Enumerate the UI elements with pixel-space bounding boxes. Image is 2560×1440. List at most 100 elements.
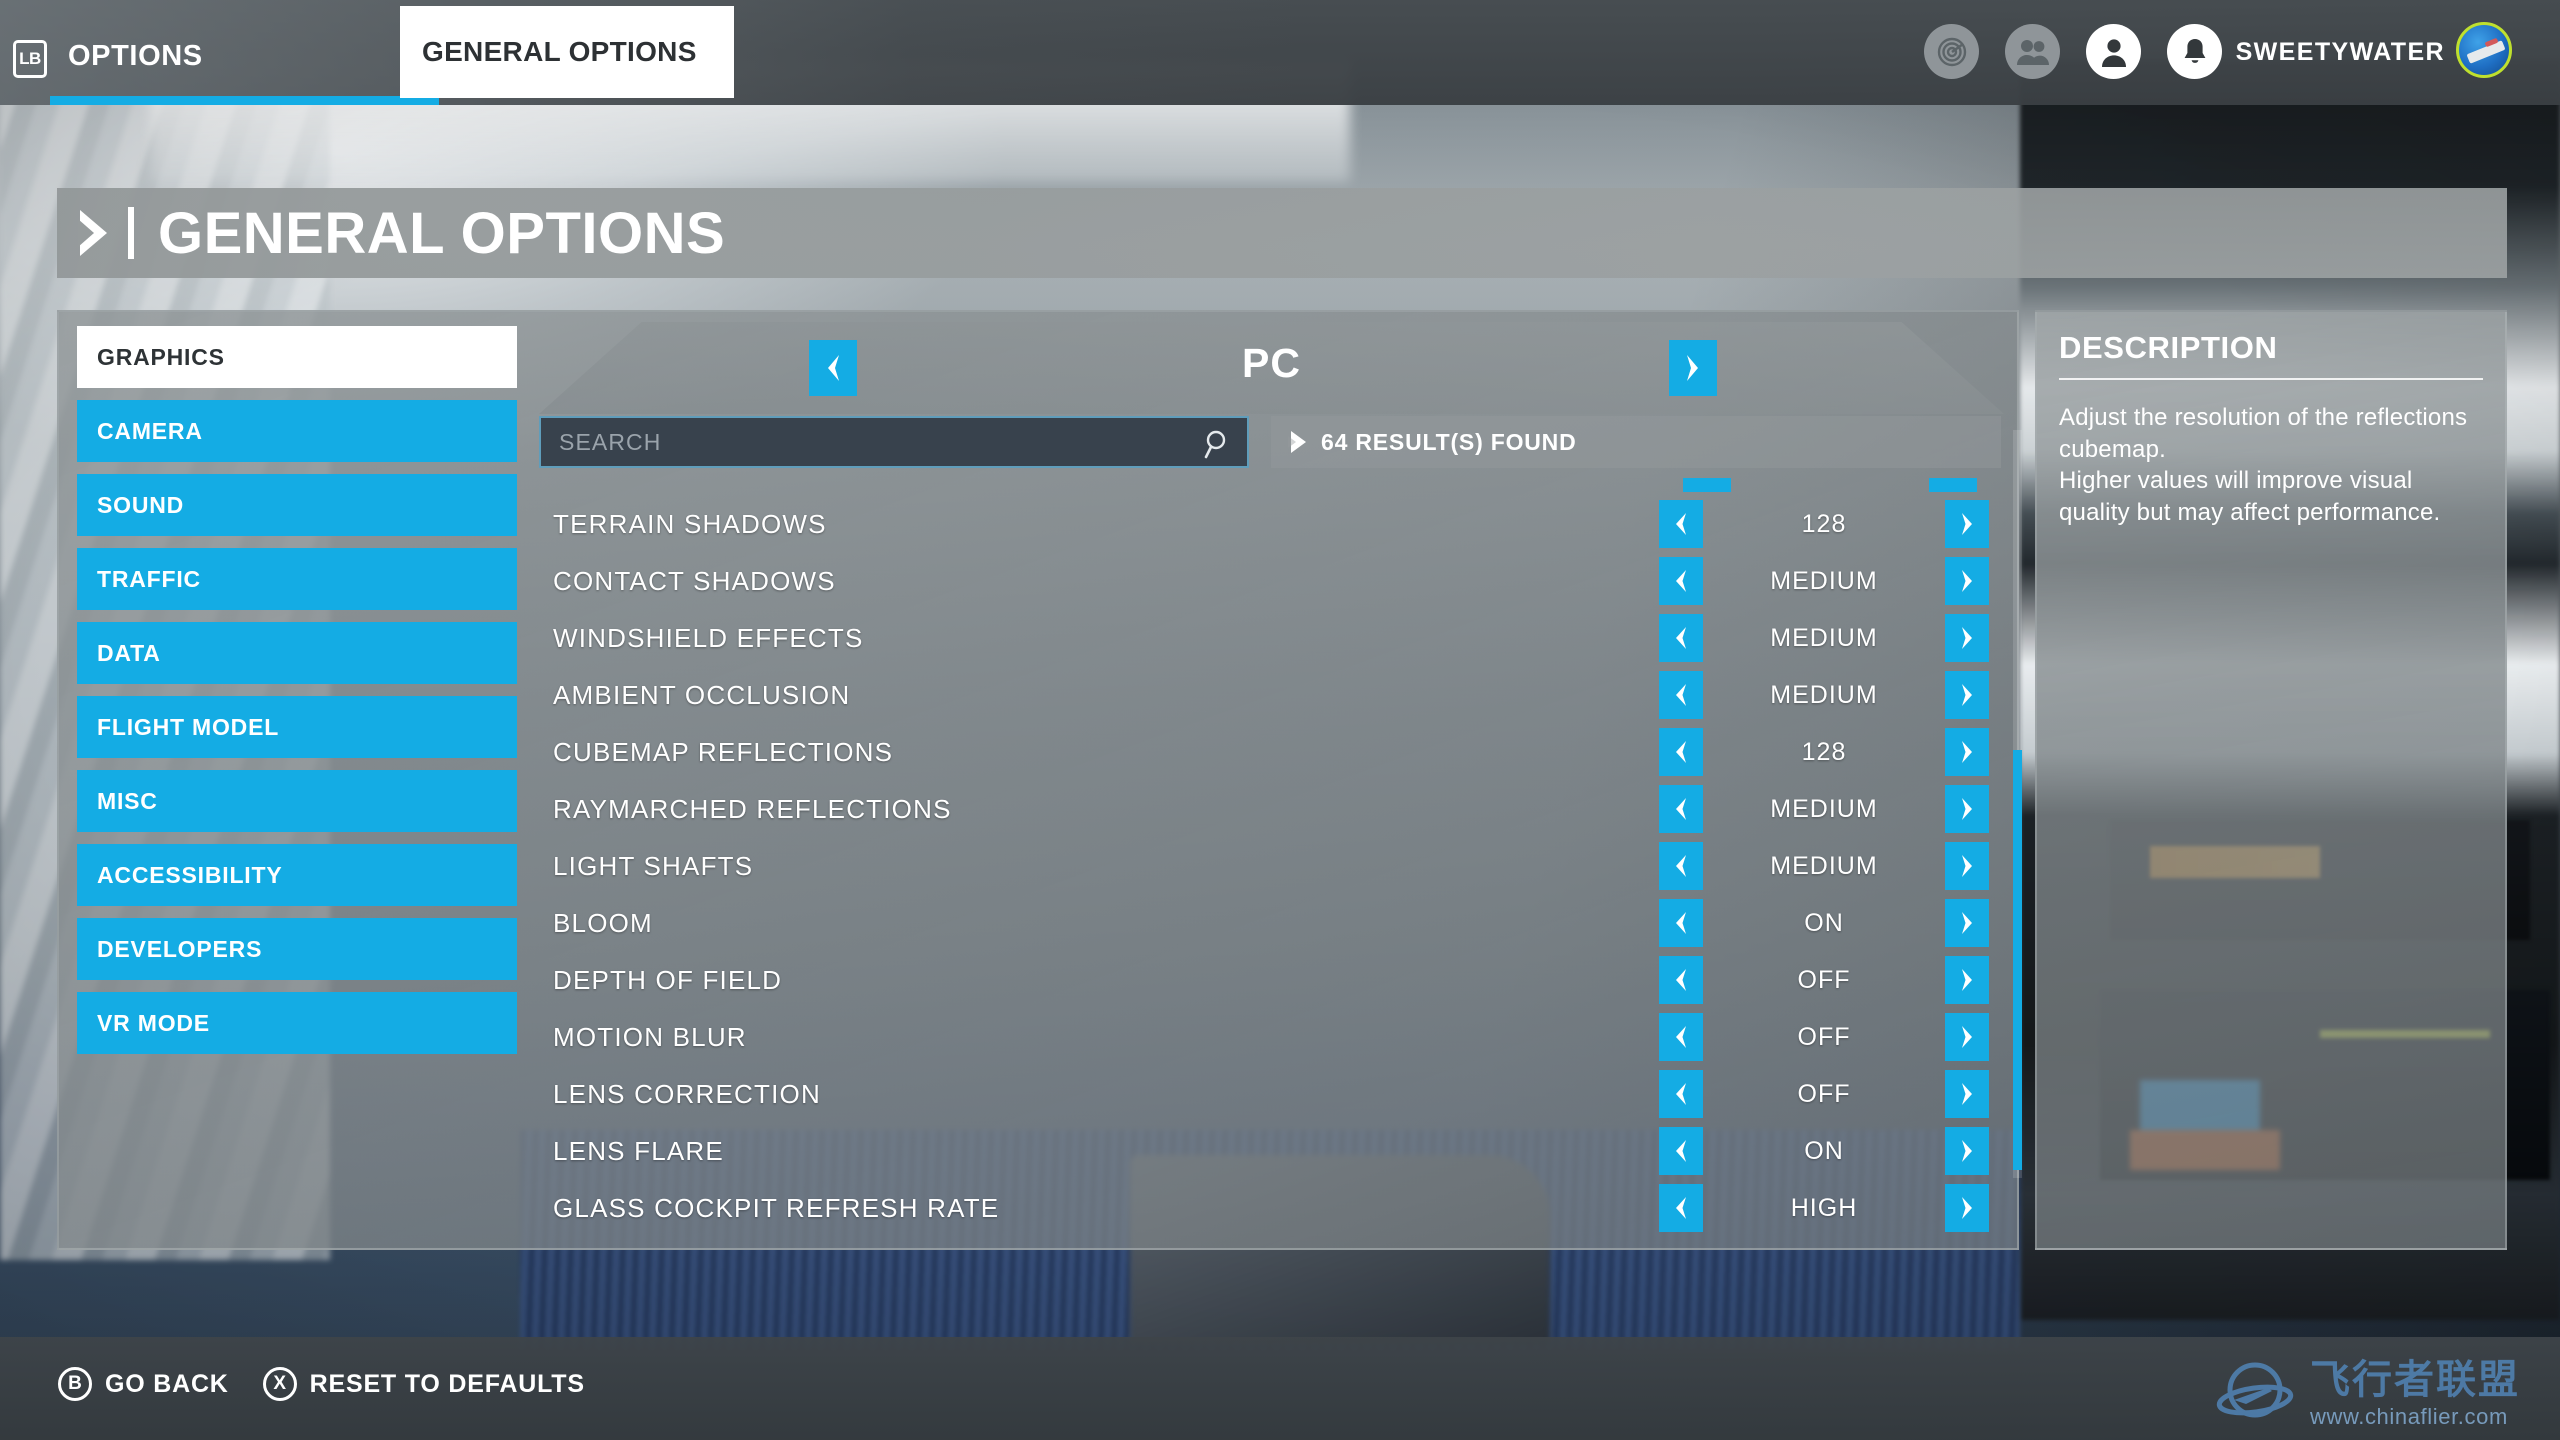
watermark-logo-icon [2216,1356,2294,1434]
button-b-label: B [68,1373,82,1395]
setting-stepper: 128 [1659,728,1989,776]
sidebar-item-developers[interactable]: DEVELOPERS [77,918,517,980]
platform-value: PC [539,340,2004,387]
setting-next-button[interactable] [1945,1127,1989,1175]
sidebar-item-label: SOUND [97,492,184,519]
table-row[interactable]: LENS CORRECTION OFF [539,1066,2004,1122]
setting-next-button[interactable] [1945,1184,1989,1232]
setting-label: LENS CORRECTION [553,1079,821,1110]
table-row[interactable]: CONTACT SHADOWS MEDIUM [539,553,2004,609]
table-row[interactable]: DEPTH OF FIELD OFF [539,952,2004,1008]
table-row[interactable]: RAYMARCHED REFLECTIONS MEDIUM [539,781,2004,837]
table-row[interactable]: AMBIENT OCCLUSION MEDIUM [539,667,2004,723]
table-row[interactable]: WINDSHIELD EFFECTS MEDIUM [539,610,2004,666]
multiplayer-icon[interactable] [2005,24,2060,79]
page-title: GENERAL OPTIONS [158,200,725,267]
go-back-button[interactable]: B GO BACK [58,1367,229,1401]
sidebar-item-traffic[interactable]: TRAFFIC [77,548,517,610]
setting-next-button[interactable] [1945,899,1989,947]
setting-prev-button[interactable] [1659,671,1703,719]
left-bumper-label: LB [19,49,41,69]
table-row[interactable]: LENS FLARE ON [539,1123,2004,1179]
setting-prev-button[interactable] [1659,1184,1703,1232]
sidebar-item-data[interactable]: DATA [77,622,517,684]
setting-label: RAYMARCHED REFLECTIONS [553,794,952,825]
setting-label: LENS FLARE [553,1136,724,1167]
table-row[interactable]: LIGHT SHAFTS MEDIUM [539,838,2004,894]
setting-prev-button[interactable] [1659,785,1703,833]
setting-next-button[interactable] [1945,728,1989,776]
setting-stepper: MEDIUM [1659,785,1989,833]
setting-prev-button[interactable] [1659,1127,1703,1175]
tab-options[interactable]: OPTIONS [57,30,337,105]
sidebar-item-label: DATA [97,640,161,667]
notifications-bell-icon[interactable] [2167,24,2222,79]
watermark-brand: 飞行者联盟 [2310,1360,2520,1400]
user-name: SWEETYWATER [2236,38,2445,67]
setting-stepper: OFF [1659,956,1989,1004]
setting-next-button[interactable] [1945,557,1989,605]
setting-prev-button[interactable] [1659,500,1703,548]
watermark-url: www.chinaflier.com [2310,1404,2520,1430]
sidebar-item-flight-model[interactable]: FLIGHT MODEL [77,696,517,758]
table-row[interactable]: TERRAIN SHADOWS 128 [539,496,2004,552]
setting-prev-button[interactable] [1659,614,1703,662]
setting-stepper: OFF [1659,1070,1989,1118]
sidebar-item-misc[interactable]: MISC [77,770,517,832]
search-placeholder: SEARCH [541,429,661,456]
setting-prev-button[interactable] [1659,1070,1703,1118]
chevron-right-icon [80,210,114,256]
setting-next-button[interactable] [1945,1070,1989,1118]
user-avatar[interactable] [2456,22,2512,78]
sidebar-item-graphics[interactable]: GRAPHICS [77,326,517,388]
table-row[interactable]: MOTION BLUR OFF [539,1009,2004,1065]
options-body-panel: GRAPHICS CAMERA SOUND TRAFFIC DATA FLIGH… [57,310,2019,1250]
table-row[interactable]: BLOOM ON [539,895,2004,951]
setting-next-button[interactable] [1945,500,1989,548]
setting-next-button[interactable] [1945,614,1989,662]
sidebar-item-accessibility[interactable]: ACCESSIBILITY [77,844,517,906]
setting-next-button[interactable] [1945,785,1989,833]
button-b-icon: B [58,1367,92,1401]
setting-next-button[interactable] [1945,671,1989,719]
profile-icon[interactable] [2086,24,2141,79]
search-icon [1203,429,1231,464]
setting-prev-button[interactable] [1659,557,1703,605]
setting-prev-button[interactable] [1659,1013,1703,1061]
setting-stepper: OFF [1659,1013,1989,1061]
sidebar-item-sound[interactable]: SOUND [77,474,517,536]
setting-next-button[interactable] [1945,842,1989,890]
weather-radar-icon[interactable] [1924,24,1979,79]
setting-prev-button[interactable] [1659,842,1703,890]
table-row[interactable]: GLASS COCKPIT REFRESH RATE HIGH [539,1180,2004,1236]
settings-scrollbar-track[interactable] [2013,430,2022,1178]
search-input[interactable]: SEARCH [539,416,1249,468]
top-bar: LB OPTIONS GENERAL OPTIONS [0,0,2560,105]
description-divider [2059,378,2483,380]
setting-value: ON [1703,1137,1945,1166]
footer-bar: B GO BACK X RESET TO DEFAULTS 飞行者联盟 [0,1337,2560,1440]
setting-prev-button[interactable] [1659,956,1703,1004]
setting-value: MEDIUM [1703,567,1945,596]
setting-value: 128 [1703,738,1945,767]
setting-next-button[interactable] [1945,956,1989,1004]
table-row[interactable]: CUBEMAP REFLECTIONS 128 [539,724,2004,780]
tab-general-options[interactable]: GENERAL OPTIONS [400,6,734,98]
button-x-label: X [273,1373,286,1395]
platform-selector: PC [539,322,2004,414]
title-divider [128,207,134,259]
app-root: LB OPTIONS GENERAL OPTIONS [0,0,2560,1440]
settings-scrollbar-thumb[interactable] [2013,750,2022,1170]
sidebar-item-label: VR MODE [97,1010,210,1037]
setting-prev-button[interactable] [1659,728,1703,776]
setting-next-button[interactable] [1945,1013,1989,1061]
sidebar-item-label: FLIGHT MODEL [97,714,279,741]
results-count-bar: 64 RESULT(S) FOUND [1271,416,2001,468]
platform-next-button[interactable] [1669,340,1717,396]
setting-value: HIGH [1703,1194,1945,1223]
reset-to-defaults-button[interactable]: X RESET TO DEFAULTS [263,1367,585,1401]
sidebar-item-vr-mode[interactable]: VR MODE [77,992,517,1054]
sidebar-item-camera[interactable]: CAMERA [77,400,517,462]
left-bumper-icon: LB [13,40,47,78]
setting-prev-button[interactable] [1659,899,1703,947]
